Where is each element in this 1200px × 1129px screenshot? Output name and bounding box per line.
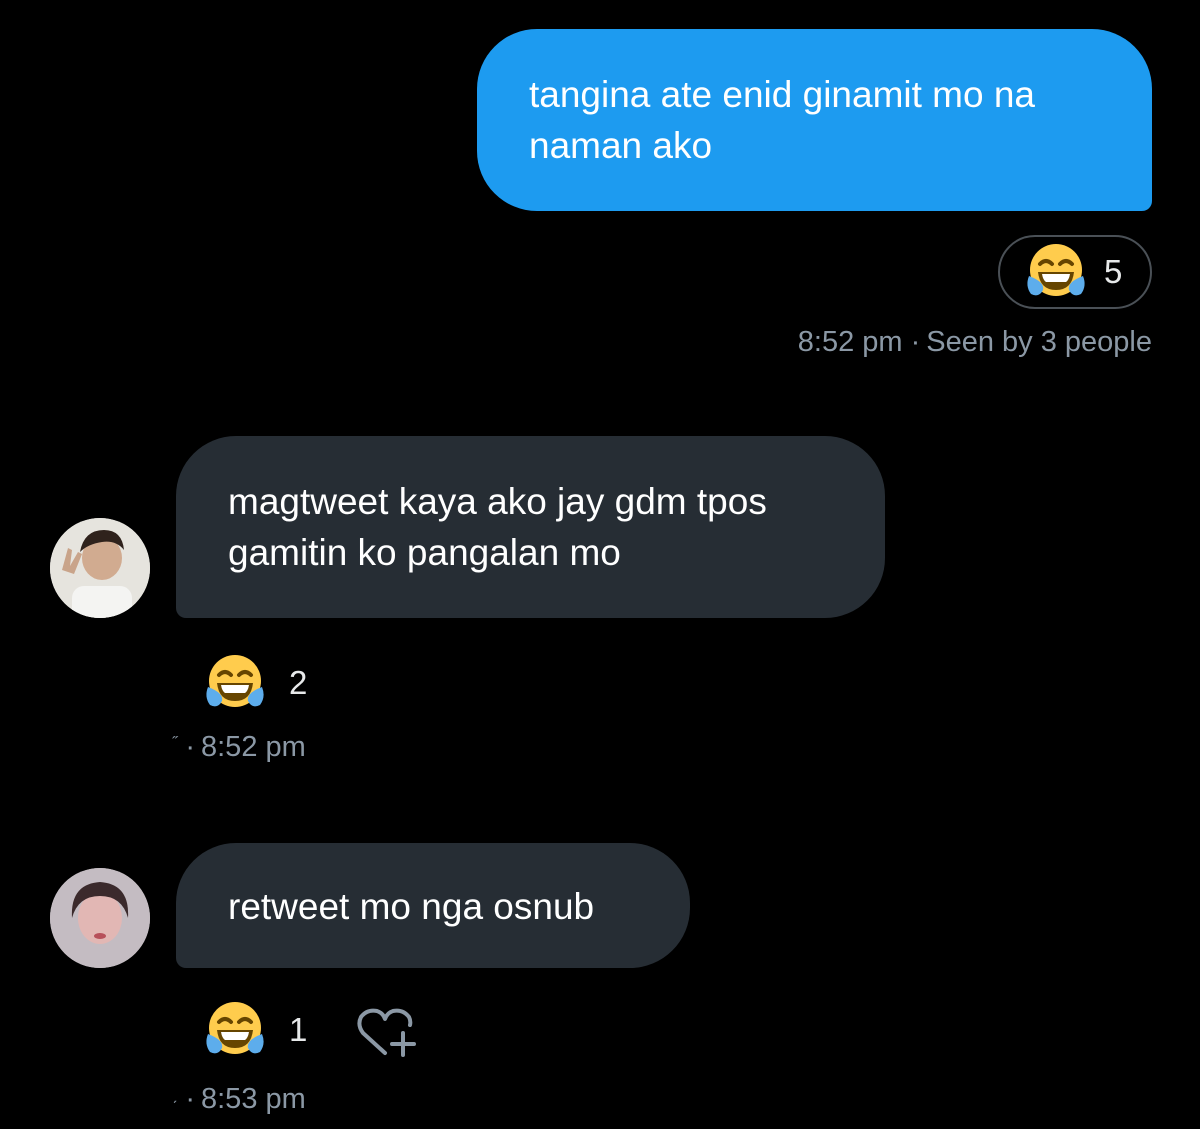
laughing-tears-emoji-icon <box>1027 244 1085 296</box>
reaction-count: 2 <box>289 664 308 701</box>
avatar[interactable] <box>50 868 150 968</box>
separator: · <box>185 731 195 763</box>
seen-status: Seen by 3 people <box>926 326 1152 358</box>
message-meta: ˏ · 8:53 pm <box>172 1083 306 1116</box>
message-meta: 8:52 pm · Seen by 3 people <box>798 326 1152 359</box>
timestamp: 8:53 pm <box>201 1083 306 1115</box>
reaction-pill[interactable]: 5 <box>998 235 1152 309</box>
incoming-message-bubble[interactable]: magtweet kaya ako jay gdm tpos gamitin k… <box>176 436 885 618</box>
avatar[interactable] <box>50 518 150 618</box>
separator: · <box>185 1083 195 1115</box>
tick-mark: ˝ <box>172 735 178 752</box>
laughing-tears-emoji-icon <box>206 655 264 707</box>
incoming-message-bubble[interactable]: retweet mo nga osnub <box>176 843 690 968</box>
laughing-tears-emoji-icon <box>206 1002 264 1054</box>
message-text-line: tangina ate enid ginamit mo na <box>529 74 1036 115</box>
reaction-count: 5 <box>1104 253 1123 290</box>
message-text-line: gamitin ko pangalan mo <box>228 532 621 573</box>
timestamp: 8:52 pm <box>201 731 306 763</box>
avatar-photo <box>50 868 150 968</box>
message-text-line: naman ako <box>529 125 713 166</box>
message-meta: ˝ · 8:52 pm <box>172 731 306 764</box>
separator: · <box>910 326 921 358</box>
reaction[interactable]: 2 <box>203 651 307 715</box>
avatar-photo <box>50 518 150 618</box>
timestamp: 8:52 pm <box>797 326 903 358</box>
heart-plus-icon[interactable] <box>355 1005 421 1061</box>
message-text-line: magtweet kaya ako jay gdm tpos <box>228 481 767 522</box>
tick-mark: ˏ <box>172 1087 178 1104</box>
reaction[interactable]: 1 <box>203 998 307 1062</box>
outgoing-message-bubble[interactable]: tangina ate enid ginamit mo na naman ako <box>477 29 1152 211</box>
reaction-count: 1 <box>289 1011 308 1048</box>
message-text-line: retweet mo nga osnub <box>228 886 595 927</box>
